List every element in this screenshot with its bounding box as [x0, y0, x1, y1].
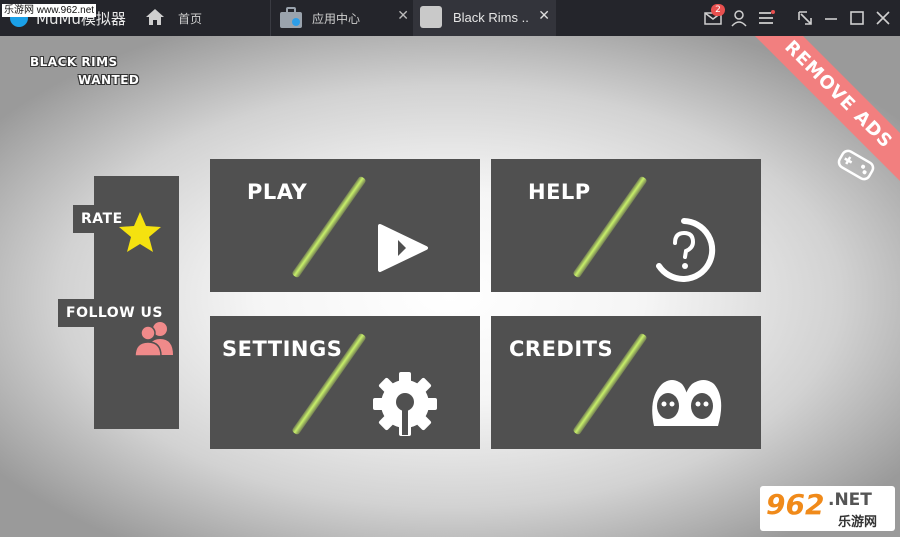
title-bar: MuMu模拟器 乐游网 www.962.net 首页 应用中心 ✕ Black … — [0, 0, 900, 36]
tab-black-rims[interactable]: Black Rims .. ✕ — [413, 0, 556, 36]
settings-label: SETTINGS — [222, 337, 343, 361]
notification-badge: 2 — [711, 4, 725, 16]
remove-ads-ribbon[interactable]: REMOVE ADS — [741, 36, 900, 192]
watermark-number: 962 — [766, 488, 825, 521]
tab-app-center-label: 应用中心 — [312, 12, 361, 26]
game-tab-icon — [420, 6, 442, 28]
settings-button[interactable]: SETTINGS — [210, 316, 480, 449]
watermark-label: 乐游网 www.962.net — [2, 4, 97, 17]
watermark-domain: .NET — [828, 490, 872, 510]
question-icon — [656, 218, 716, 282]
menu-icon[interactable] — [756, 8, 776, 28]
remove-ads-label: REMOVE ADS — [780, 36, 897, 153]
play-icon — [378, 224, 428, 272]
user-icon[interactable] — [729, 8, 749, 28]
app-center-icon — [280, 7, 302, 28]
minimize-icon[interactable] — [821, 8, 841, 28]
watermark-logo: 962 .NET 乐游网 — [760, 486, 895, 531]
faces-icon — [652, 380, 722, 426]
home-icon[interactable] — [145, 7, 165, 27]
play-label: PLAY — [247, 180, 308, 204]
close-icon[interactable]: ✕ — [538, 8, 550, 24]
tab-black-rims-label: Black Rims .. — [453, 10, 529, 25]
maximize-icon[interactable] — [847, 8, 867, 28]
people-icon[interactable] — [133, 319, 175, 357]
pin-window-icon[interactable] — [795, 8, 815, 28]
window-close-icon[interactable] — [873, 8, 893, 28]
credits-label: CREDITS — [509, 337, 614, 361]
help-button[interactable]: HELP — [491, 159, 761, 292]
tab-home[interactable]: 首页 — [178, 10, 202, 27]
game-title-line1: BLACK RIMS — [30, 55, 118, 69]
gamepad-icon[interactable] — [836, 148, 876, 182]
close-icon[interactable]: ✕ — [397, 8, 409, 24]
game-title-line2: WANTED — [78, 73, 140, 87]
watermark-cn: 乐游网 — [838, 515, 878, 530]
star-icon[interactable] — [117, 210, 163, 254]
game-screen: BLACK RIMS WANTED RATE FOLLOW US PLAY HE… — [0, 36, 900, 537]
tab-app-center[interactable]: 应用中心 ✕ — [270, 0, 413, 36]
gear-icon — [373, 372, 437, 436]
credits-button[interactable]: CREDITS — [491, 316, 761, 449]
play-button[interactable]: PLAY — [210, 159, 480, 292]
help-label: HELP — [528, 180, 591, 204]
